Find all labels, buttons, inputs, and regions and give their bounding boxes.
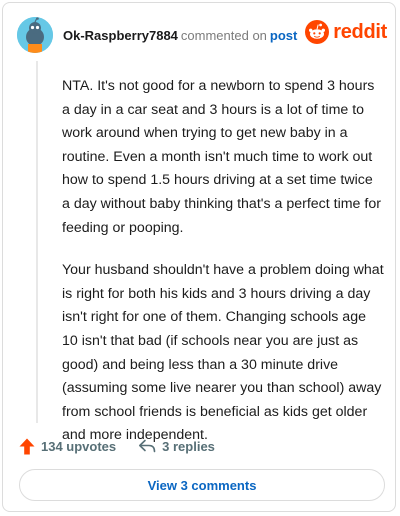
upvote-count: 134 upvotes: [41, 438, 117, 454]
comment-paragraph: NTA. It's not good for a newborn to spen…: [62, 78, 381, 236]
reddit-logo[interactable]: reddit: [305, 20, 387, 44]
username[interactable]: Ok-Raspberry7884: [63, 28, 178, 43]
comment-header: Ok-Raspberry7884 commented on post reddit: [17, 17, 387, 57]
comment-actions: 134 upvotes 3 replies: [19, 435, 215, 457]
comment-meta: Ok-Raspberry7884 commented on post: [63, 28, 297, 43]
comment-card: Ok-Raspberry7884 commented on post reddit …: [2, 2, 396, 512]
post-link[interactable]: post: [270, 28, 297, 43]
comment-paragraph: Your husband shouldn't have a problem do…: [62, 262, 384, 444]
comment-body: NTA. It's not good for a newborn to spen…: [62, 75, 384, 467]
upvote-button[interactable]: 134 upvotes: [19, 438, 116, 455]
view-comments-button[interactable]: View 3 comments: [19, 469, 385, 501]
user-avatar[interactable]: [17, 17, 53, 53]
upvote-arrow-icon: [19, 438, 35, 455]
thread-line[interactable]: [36, 61, 38, 423]
reddit-wordmark: reddit: [333, 20, 387, 43]
reddit-snoo-icon: [305, 20, 330, 44]
commented-on-text: commented on: [180, 28, 267, 43]
snoo-avatar-icon: [17, 17, 53, 53]
reply-arrow-icon: [138, 439, 156, 453]
replies-button[interactable]: 3 replies: [138, 439, 215, 454]
reply-count: 3 replies: [162, 438, 215, 454]
